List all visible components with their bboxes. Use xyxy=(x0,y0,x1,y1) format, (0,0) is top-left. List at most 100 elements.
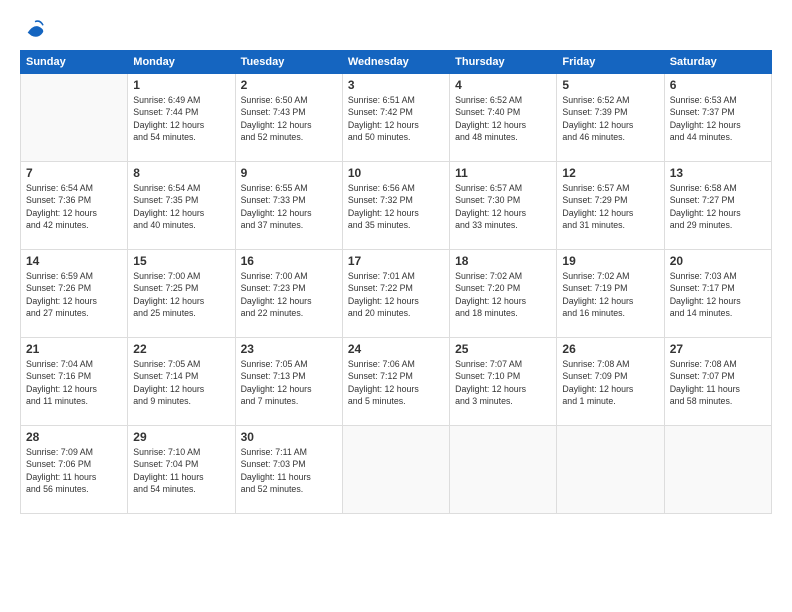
day-info: Sunrise: 7:07 AM Sunset: 7:10 PM Dayligh… xyxy=(455,358,551,407)
day-number: 14 xyxy=(26,254,122,268)
day-number: 22 xyxy=(133,342,229,356)
day-number: 3 xyxy=(348,78,444,92)
weekday-header-sunday: Sunday xyxy=(21,51,128,74)
day-info: Sunrise: 6:52 AM Sunset: 7:39 PM Dayligh… xyxy=(562,94,658,143)
day-cell: 28 Sunrise: 7:09 AM Sunset: 7:06 PM Dayli… xyxy=(21,426,128,514)
day-info: Sunrise: 7:02 AM Sunset: 7:19 PM Dayligh… xyxy=(562,270,658,319)
day-number: 6 xyxy=(670,78,766,92)
day-number: 21 xyxy=(26,342,122,356)
day-number: 28 xyxy=(26,430,122,444)
day-cell: 26Sunrise: 7:08 AM Sunset: 7:09 PM Dayli… xyxy=(557,338,664,426)
day-info: Sunrise: 7:08 AM Sunset: 7:07 PM Dayligh… xyxy=(670,358,766,407)
week-row-2: 14 Sunrise: 6:59 AM Sunset: 7:26 PM Dayli… xyxy=(21,250,772,338)
day-info: Sunrise: 6:54 AM Sunset: 7:35 PM Dayligh… xyxy=(133,182,229,231)
day-number: 11 xyxy=(455,166,551,180)
day-number: 23 xyxy=(241,342,337,356)
day-cell: 29 Sunrise: 7:10 AM Sunset: 7:04 PM Dayli… xyxy=(128,426,235,514)
day-info: Sunrise: 7:09 AM Sunset: 7:06 PM Dayligh… xyxy=(26,446,122,495)
day-number: 8 xyxy=(133,166,229,180)
day-cell: 10Sunrise: 6:56 AM Sunset: 7:32 PM Dayli… xyxy=(342,162,449,250)
weekday-header-friday: Friday xyxy=(557,51,664,74)
day-number: 4 xyxy=(455,78,551,92)
day-cell: 15 Sunrise: 7:00 AM Sunset: 7:25 PM Dayli… xyxy=(128,250,235,338)
day-number: 15 xyxy=(133,254,229,268)
day-cell: 21 Sunrise: 7:04 AM Sunset: 7:16 PM Dayli… xyxy=(21,338,128,426)
day-cell xyxy=(664,426,771,514)
calendar-table: SundayMondayTuesdayWednesdayThursdayFrid… xyxy=(20,50,772,514)
day-number: 17 xyxy=(348,254,444,268)
day-number: 12 xyxy=(562,166,658,180)
day-info: Sunrise: 7:03 AM Sunset: 7:17 PM Dayligh… xyxy=(670,270,766,319)
day-cell xyxy=(450,426,557,514)
day-info: Sunrise: 7:08 AM Sunset: 7:09 PM Dayligh… xyxy=(562,358,658,407)
day-info: Sunrise: 7:05 AM Sunset: 7:13 PM Dayligh… xyxy=(241,358,337,407)
day-cell: 14 Sunrise: 6:59 AM Sunset: 7:26 PM Dayli… xyxy=(21,250,128,338)
day-info: Sunrise: 6:53 AM Sunset: 7:37 PM Dayligh… xyxy=(670,94,766,143)
week-row-4: 28 Sunrise: 7:09 AM Sunset: 7:06 PM Dayli… xyxy=(21,426,772,514)
day-cell xyxy=(342,426,449,514)
day-info: Sunrise: 7:00 AM Sunset: 7:25 PM Dayligh… xyxy=(133,270,229,319)
header xyxy=(20,18,772,40)
day-number: 2 xyxy=(241,78,337,92)
day-number: 16 xyxy=(241,254,337,268)
day-cell: 19 Sunrise: 7:02 AM Sunset: 7:19 PM Dayli… xyxy=(557,250,664,338)
day-cell: 17 Sunrise: 7:01 AM Sunset: 7:22 PM Dayli… xyxy=(342,250,449,338)
day-cell xyxy=(21,74,128,162)
day-cell: 27 Sunrise: 7:08 AM Sunset: 7:07 PM Dayli… xyxy=(664,338,771,426)
day-cell: 25Sunrise: 7:07 AM Sunset: 7:10 PM Dayli… xyxy=(450,338,557,426)
day-info: Sunrise: 6:49 AM Sunset: 7:44 PM Dayligh… xyxy=(133,94,229,143)
day-cell: 22 Sunrise: 7:05 AM Sunset: 7:14 PM Dayli… xyxy=(128,338,235,426)
day-info: Sunrise: 7:05 AM Sunset: 7:14 PM Dayligh… xyxy=(133,358,229,407)
week-row-1: 7Sunrise: 6:54 AM Sunset: 7:36 PM Daylig… xyxy=(21,162,772,250)
day-info: Sunrise: 7:02 AM Sunset: 7:20 PM Dayligh… xyxy=(455,270,551,319)
day-info: Sunrise: 6:55 AM Sunset: 7:33 PM Dayligh… xyxy=(241,182,337,231)
day-number: 27 xyxy=(670,342,766,356)
day-info: Sunrise: 7:01 AM Sunset: 7:22 PM Dayligh… xyxy=(348,270,444,319)
weekday-header-thursday: Thursday xyxy=(450,51,557,74)
day-number: 5 xyxy=(562,78,658,92)
logo-icon xyxy=(24,18,46,40)
day-number: 18 xyxy=(455,254,551,268)
day-cell: 13 Sunrise: 6:58 AM Sunset: 7:27 PM Dayli… xyxy=(664,162,771,250)
day-number: 1 xyxy=(133,78,229,92)
day-info: Sunrise: 6:52 AM Sunset: 7:40 PM Dayligh… xyxy=(455,94,551,143)
day-info: Sunrise: 6:58 AM Sunset: 7:27 PM Dayligh… xyxy=(670,182,766,231)
day-number: 13 xyxy=(670,166,766,180)
weekday-header-tuesday: Tuesday xyxy=(235,51,342,74)
day-cell: 8 Sunrise: 6:54 AM Sunset: 7:35 PM Daylig… xyxy=(128,162,235,250)
weekday-header-monday: Monday xyxy=(128,51,235,74)
day-info: Sunrise: 6:50 AM Sunset: 7:43 PM Dayligh… xyxy=(241,94,337,143)
day-cell: 11 Sunrise: 6:57 AM Sunset: 7:30 PM Dayli… xyxy=(450,162,557,250)
day-number: 29 xyxy=(133,430,229,444)
day-info: Sunrise: 6:57 AM Sunset: 7:29 PM Dayligh… xyxy=(562,182,658,231)
day-number: 10 xyxy=(348,166,444,180)
day-cell: 6 Sunrise: 6:53 AM Sunset: 7:37 PM Daylig… xyxy=(664,74,771,162)
day-cell: 3 Sunrise: 6:51 AM Sunset: 7:42 PM Daylig… xyxy=(342,74,449,162)
day-cell: 30Sunrise: 7:11 AM Sunset: 7:03 PM Dayli… xyxy=(235,426,342,514)
day-info: Sunrise: 6:57 AM Sunset: 7:30 PM Dayligh… xyxy=(455,182,551,231)
day-cell: 9Sunrise: 6:55 AM Sunset: 7:33 PM Daylig… xyxy=(235,162,342,250)
day-info: Sunrise: 7:10 AM Sunset: 7:04 PM Dayligh… xyxy=(133,446,229,495)
weekday-header-saturday: Saturday xyxy=(664,51,771,74)
page: SundayMondayTuesdayWednesdayThursdayFrid… xyxy=(0,0,792,612)
day-info: Sunrise: 6:59 AM Sunset: 7:26 PM Dayligh… xyxy=(26,270,122,319)
day-info: Sunrise: 7:04 AM Sunset: 7:16 PM Dayligh… xyxy=(26,358,122,407)
week-row-0: 1 Sunrise: 6:49 AM Sunset: 7:44 PM Daylig… xyxy=(21,74,772,162)
day-number: 20 xyxy=(670,254,766,268)
weekday-header-wednesday: Wednesday xyxy=(342,51,449,74)
day-info: Sunrise: 6:54 AM Sunset: 7:36 PM Dayligh… xyxy=(26,182,122,231)
day-number: 30 xyxy=(241,430,337,444)
week-row-3: 21 Sunrise: 7:04 AM Sunset: 7:16 PM Dayli… xyxy=(21,338,772,426)
day-cell: 24 Sunrise: 7:06 AM Sunset: 7:12 PM Dayli… xyxy=(342,338,449,426)
day-cell: 7Sunrise: 6:54 AM Sunset: 7:36 PM Daylig… xyxy=(21,162,128,250)
day-cell: 23 Sunrise: 7:05 AM Sunset: 7:13 PM Dayli… xyxy=(235,338,342,426)
day-number: 19 xyxy=(562,254,658,268)
day-cell: 1 Sunrise: 6:49 AM Sunset: 7:44 PM Daylig… xyxy=(128,74,235,162)
day-info: Sunrise: 6:51 AM Sunset: 7:42 PM Dayligh… xyxy=(348,94,444,143)
day-info: Sunrise: 7:06 AM Sunset: 7:12 PM Dayligh… xyxy=(348,358,444,407)
day-cell: 16Sunrise: 7:00 AM Sunset: 7:23 PM Dayli… xyxy=(235,250,342,338)
day-cell: 4 Sunrise: 6:52 AM Sunset: 7:40 PM Daylig… xyxy=(450,74,557,162)
logo xyxy=(20,18,46,40)
day-number: 24 xyxy=(348,342,444,356)
day-cell: 2 Sunrise: 6:50 AM Sunset: 7:43 PM Daylig… xyxy=(235,74,342,162)
